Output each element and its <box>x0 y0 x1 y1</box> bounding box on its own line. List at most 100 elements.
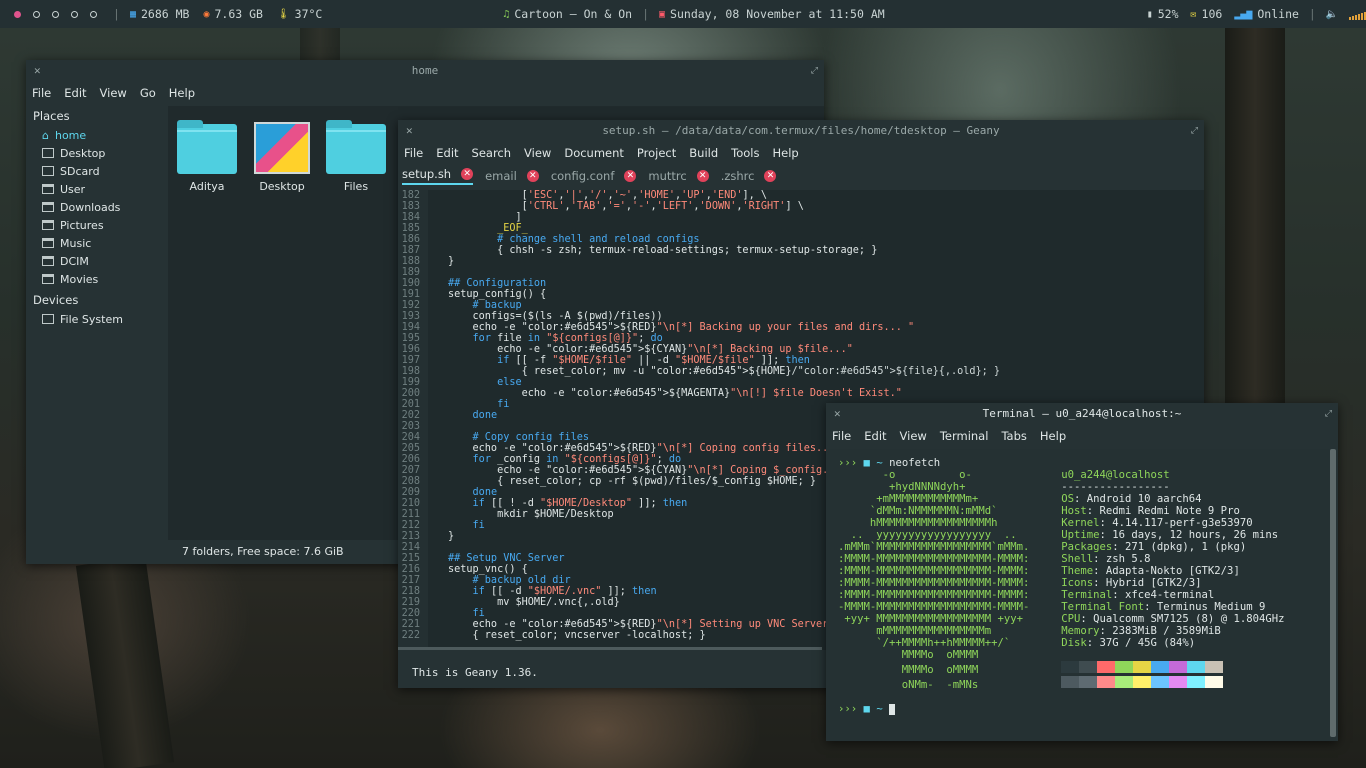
tab-zshrc[interactable]: .zshrc ✕ <box>721 169 777 183</box>
close-icon[interactable]: ✕ <box>624 170 637 182</box>
code-line: 195 for file in "${configs[@]}"; do <box>401 333 663 344</box>
folder-icon <box>42 202 54 212</box>
sidebar-item-downloads[interactable]: Downloads <box>26 198 168 216</box>
folder-item[interactable]: Files <box>325 120 387 193</box>
workspace-4[interactable] <box>71 10 78 18</box>
maximize-icon[interactable]: ⤢ <box>1325 403 1332 425</box>
clock-widget[interactable]: ▣ Sunday, 08 November at 11:50 AM <box>659 7 885 21</box>
terminal-menubar: File Edit View Terminal Tabs Help <box>826 425 1338 447</box>
sidebar-item-sdcard[interactable]: SDcard <box>26 162 168 180</box>
menu-file[interactable]: File <box>404 146 423 160</box>
menu-view[interactable]: View <box>900 429 927 443</box>
menu-view[interactable]: View <box>524 146 551 160</box>
menu-help[interactable]: Help <box>773 146 799 160</box>
folder-icon: ■ <box>863 457 870 469</box>
prompt: ››› <box>838 457 858 469</box>
close-icon[interactable]: ✕ <box>834 403 841 425</box>
code-line: 199 else <box>401 377 522 388</box>
sidebar-item-movies[interactable]: Movies <box>26 270 168 288</box>
network-widget[interactable]: ▂▄▆ Online <box>1234 7 1299 21</box>
terminal-titlebar[interactable]: ✕ Terminal – u0_a244@localhost:~ ⤢ <box>826 403 1338 425</box>
menu-tools[interactable]: Tools <box>731 146 759 160</box>
menu-view[interactable]: View <box>100 86 127 100</box>
tree-trunk <box>75 556 175 768</box>
menu-help[interactable]: Help <box>169 86 195 100</box>
menu-build[interactable]: Build <box>689 146 718 160</box>
folder-icon <box>177 120 237 174</box>
tab-muttrc[interactable]: muttrc ✕ <box>648 169 709 183</box>
menu-file[interactable]: File <box>32 86 51 100</box>
close-icon[interactable]: ✕ <box>34 60 41 82</box>
calendar-icon: ▣ <box>659 8 666 20</box>
disk-widget: ◉ 7.63 GB <box>203 7 263 21</box>
code-line: 192 # backup <box>401 300 522 311</box>
code-line: 200 echo -e "color:#e6d545">${MAGENTA}"\… <box>401 388 902 399</box>
menu-edit[interactable]: Edit <box>64 86 86 100</box>
mail-icon: ✉ <box>1190 8 1197 20</box>
folder-icon <box>42 220 54 230</box>
sidebar-item-user[interactable]: User <box>26 180 168 198</box>
menu-search[interactable]: Search <box>472 146 512 160</box>
workspace-2[interactable] <box>33 10 40 18</box>
thermometer-icon: 🌡 <box>276 8 290 20</box>
code-line: 194 echo -e "color:#e6d545">${RED}"\n[*]… <box>401 322 915 333</box>
menu-edit[interactable]: Edit <box>436 146 458 160</box>
menu-edit[interactable]: Edit <box>864 429 886 443</box>
menu-terminal[interactable]: Terminal <box>940 429 989 443</box>
tab-email[interactable]: email ✕ <box>485 169 539 183</box>
menu-tabs[interactable]: Tabs <box>1001 429 1026 443</box>
code-line: 187 { chsh -s zsh; termux-reload-setting… <box>401 245 878 256</box>
mail-widget[interactable]: ✉ 106 <box>1191 7 1223 21</box>
folder-icon <box>42 274 54 284</box>
desktop-icon <box>42 148 54 158</box>
battery-icon: ▮ <box>1146 8 1153 20</box>
fm-titlebar[interactable]: ✕ home ⤢ <box>26 60 824 82</box>
desktop-folder-icon <box>254 122 310 174</box>
code-line: 196 echo -e "color:#e6d545">${CYAN}"\n[*… <box>401 344 853 355</box>
sidebar-item-music[interactable]: Music <box>26 234 168 252</box>
cursor <box>889 703 896 715</box>
sidebar-item-pictures[interactable]: Pictures <box>26 216 168 234</box>
volume-level <box>1349 8 1366 20</box>
maximize-icon[interactable]: ⤢ <box>811 60 818 82</box>
sidebar-item-home[interactable]: ⌂ home <box>26 126 168 144</box>
workspace-5[interactable] <box>90 10 97 18</box>
code-line: 186 # change shell and reload configs <box>401 234 700 245</box>
code-line: 190 ## Configuration <box>401 278 547 289</box>
tab-setup-sh[interactable]: setup.sh ✕ <box>402 167 474 185</box>
close-icon[interactable]: ✕ <box>764 170 777 182</box>
workspace-3[interactable] <box>52 10 59 18</box>
sidebar-item-filesystem[interactable]: File System <box>26 310 168 328</box>
tab-config-conf[interactable]: config.conf ✕ <box>551 169 637 183</box>
devices-header: Devices <box>33 293 79 307</box>
maximize-icon[interactable]: ⤢ <box>1191 120 1198 142</box>
menu-help[interactable]: Help <box>1040 429 1066 443</box>
menu-document[interactable]: Document <box>564 146 624 160</box>
ram-widget: ▦ 2686 MB <box>129 7 190 21</box>
workspace-switcher[interactable] <box>8 10 103 18</box>
folder-item[interactable]: Desktop <box>251 122 313 193</box>
menu-go[interactable]: Go <box>140 86 156 100</box>
sidebar-item-dcim[interactable]: DCIM <box>26 252 168 270</box>
code-line: 193 configs=($(ls -A $(pwd)/files)) <box>401 311 663 322</box>
folder-item[interactable]: Aditya <box>176 120 238 193</box>
close-icon[interactable]: ✕ <box>406 120 413 142</box>
vertical-scrollbar[interactable] <box>1330 449 1336 737</box>
close-icon[interactable]: ✕ <box>696 170 709 182</box>
menu-file[interactable]: File <box>832 429 851 443</box>
music-widget[interactable]: ♫ Cartoon – On & On <box>503 7 632 21</box>
code-line: 188} <box>401 256 455 267</box>
geany-titlebar[interactable]: ✕ setup.sh – /data/data/com.termux/files… <box>398 120 1204 142</box>
menu-project[interactable]: Project <box>637 146 676 160</box>
volume-widget[interactable]: 🔈 <box>1326 8 1366 20</box>
sidebar-item-desktop[interactable]: Desktop <box>26 144 168 162</box>
close-icon[interactable]: ✕ <box>526 170 539 182</box>
workspace-1[interactable] <box>14 10 21 18</box>
disk-icon: ◉ <box>203 8 210 20</box>
code-line: 191 setup_config() { <box>401 289 547 300</box>
geany-menubar: File Edit Search View Document Project B… <box>398 142 1204 164</box>
places-header: Places <box>33 109 70 123</box>
sdcard-icon <box>42 166 54 176</box>
close-icon[interactable]: ✕ <box>461 168 474 180</box>
terminal-screen[interactable]: ››› ■ ~ neofetch -o o- u0_a244@localhost… <box>826 449 1330 741</box>
